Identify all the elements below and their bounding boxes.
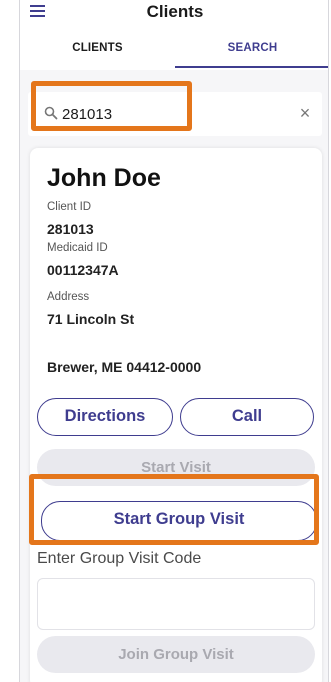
active-tab-indicator: [175, 66, 328, 68]
client-id-label: Client ID: [47, 201, 92, 213]
top-bar: Clients CLIENTS SEARCH: [20, 0, 328, 70]
search-bar: ×: [28, 92, 322, 136]
close-icon[interactable]: ×: [296, 104, 314, 122]
search-input[interactable]: [62, 100, 272, 128]
start-group-visit-button[interactable]: Start Group Visit: [41, 501, 317, 541]
start-visit-button[interactable]: Start Visit: [37, 449, 315, 486]
call-button[interactable]: Call: [180, 398, 314, 436]
join-group-visit-button[interactable]: Join Group Visit: [37, 636, 315, 673]
tab-search[interactable]: SEARCH: [175, 36, 328, 68]
directions-button[interactable]: Directions: [37, 398, 173, 436]
address-line-2: Brewer, ME 04412-0000: [47, 359, 202, 375]
client-card: John Doe Client ID 281013 Medicaid ID 00…: [30, 148, 322, 682]
tab-bar: CLIENTS SEARCH: [20, 36, 328, 68]
medicaid-id-value: 00112347A: [47, 262, 119, 278]
search-icon: [44, 106, 58, 120]
address-line-1: 71 Lincoln St: [47, 311, 135, 327]
address-label: Address: [47, 291, 90, 303]
medicaid-id-label: Medicaid ID: [47, 242, 108, 254]
client-name: John Doe: [47, 164, 161, 192]
group-code-input[interactable]: [37, 578, 315, 630]
client-id-value: 281013: [47, 221, 94, 237]
group-code-label: Enter Group Visit Code: [37, 550, 202, 567]
app-screen: Clients CLIENTS SEARCH × John Doe Client…: [19, 0, 329, 682]
page-title: Clients: [146, 2, 204, 21]
tab-clients[interactable]: CLIENTS: [20, 36, 175, 68]
